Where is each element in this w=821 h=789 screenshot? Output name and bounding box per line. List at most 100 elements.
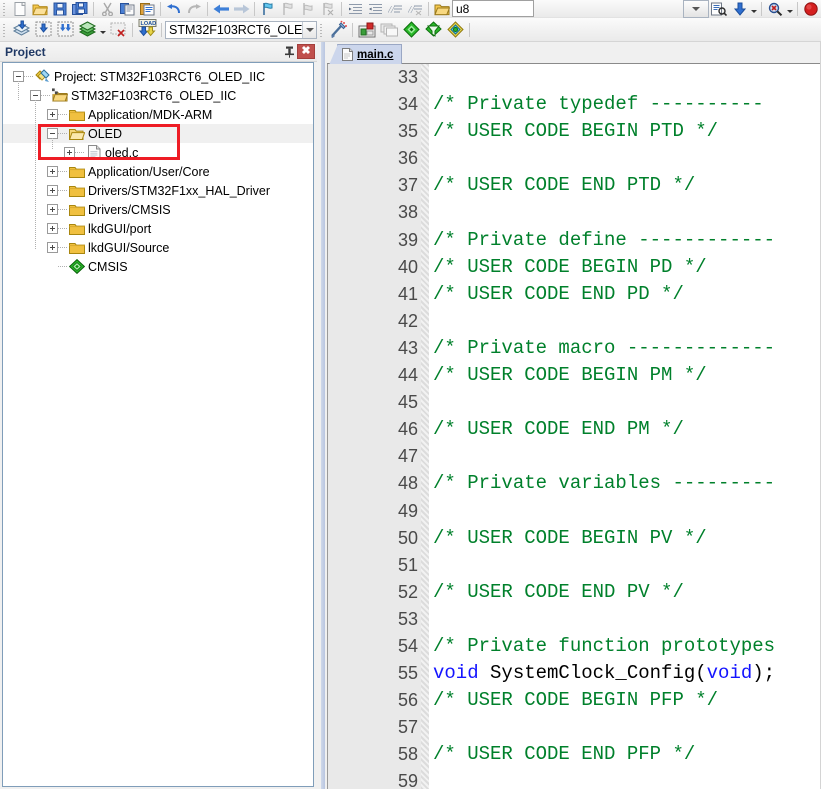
line-text[interactable]: /* Private function prototypes: [433, 633, 775, 660]
expand-plus-icon[interactable]: [47, 109, 58, 120]
build-button[interactable]: [10, 19, 32, 40]
batch-build-dropdown-arrow[interactable]: [98, 22, 107, 38]
find-in-files-button[interactable]: [709, 1, 729, 17]
chevron-down-icon[interactable]: [302, 21, 316, 38]
find-dropdown-button[interactable]: [683, 0, 709, 18]
toolbar-grip[interactable]: [1, 1, 8, 16]
code-line[interactable]: 59: [328, 768, 821, 789]
line-text[interactable]: void SystemClock_Config(void);: [433, 660, 775, 687]
find-combo[interactable]: u8: [452, 0, 534, 17]
expand-plus-icon[interactable]: [47, 242, 58, 253]
toolbar-grip[interactable]: [318, 22, 325, 37]
code-line[interactable]: 39 /* Private define ------------: [328, 227, 821, 254]
line-text[interactable]: /* USER CODE END PV */: [433, 579, 684, 606]
tab-main-c[interactable]: main.c: [328, 44, 403, 65]
line-text[interactable]: /* USER CODE END PM */: [433, 416, 684, 443]
copy-button[interactable]: [117, 1, 137, 17]
pack-installer-button[interactable]: [400, 19, 422, 40]
stop-button[interactable]: [801, 1, 821, 17]
compile-button[interactable]: [32, 19, 54, 40]
code-line[interactable]: 55 void SystemClock_Config(void);: [328, 660, 821, 687]
expand-plus-icon[interactable]: [47, 166, 58, 177]
line-text[interactable]: /* USER CODE BEGIN PM */: [433, 362, 707, 389]
save-button[interactable]: [50, 1, 70, 17]
manage-runtime-button[interactable]: [422, 19, 444, 40]
pin-icon[interactable]: [281, 44, 297, 60]
paste-button[interactable]: [137, 1, 157, 17]
tree-item-hal-driver[interactable]: Drivers/STM32F1xx_HAL_Driver: [3, 181, 313, 200]
line-text[interactable]: /* Private define ------------: [433, 227, 775, 254]
software-packs-button[interactable]: [444, 19, 466, 40]
open-file-button[interactable]: [30, 1, 50, 17]
new-file-button[interactable]: [10, 1, 30, 17]
search-dropdown-arrow[interactable]: [785, 1, 794, 17]
code-line[interactable]: 52 /* USER CODE END PV */: [328, 579, 821, 606]
tree-item-cmsis-drv[interactable]: Drivers/CMSIS: [3, 200, 313, 219]
undo-button[interactable]: [164, 1, 184, 17]
find-combo-value[interactable]: u8: [453, 1, 472, 16]
code-line[interactable]: 54 /* Private function prototypes: [328, 633, 821, 660]
navigate-back-button[interactable]: [211, 1, 231, 17]
code-line[interactable]: 43 /* Private macro -------------: [328, 335, 821, 362]
line-text[interactable]: /* USER CODE END PFP */: [433, 741, 695, 768]
code-line[interactable]: 40 /* USER CODE BEGIN PD */: [328, 254, 821, 281]
code-line[interactable]: 46 /* USER CODE END PM */: [328, 416, 821, 443]
zoom-search-button[interactable]: [765, 1, 785, 17]
download-button[interactable]: LOAD: [136, 19, 158, 40]
code-lines[interactable]: 33 34 /* Private typedef ---------- 35 /* US…: [328, 64, 821, 789]
line-text[interactable]: /* Private typedef ----------: [433, 91, 764, 118]
line-text[interactable]: /* Private variables ---------: [433, 470, 775, 497]
code-line[interactable]: 41 /* USER CODE END PD */: [328, 281, 821, 308]
code-line[interactable]: 45: [328, 389, 821, 416]
tree-item-root[interactable]: Project: STM32F103RCT6_OLED_IIC: [3, 67, 313, 86]
insert-dropdown-arrow[interactable]: [749, 1, 758, 17]
line-text[interactable]: /* USER CODE END PTD */: [433, 172, 695, 199]
line-text[interactable]: /* Private macro -------------: [433, 335, 775, 362]
tree-item-cmsis[interactable]: CMSIS: [3, 257, 313, 276]
tree-item-mdk-arm[interactable]: Application/MDK-ARM: [3, 105, 313, 124]
line-text[interactable]: /* USER CODE BEGIN PTD */: [433, 118, 718, 145]
insert-button[interactable]: [729, 1, 749, 17]
expand-plus-icon[interactable]: [47, 185, 58, 196]
open-document-button[interactable]: [432, 1, 452, 17]
code-line[interactable]: 56 /* USER CODE BEGIN PFP */: [328, 687, 821, 714]
code-line[interactable]: 37 /* USER CODE END PTD */: [328, 172, 821, 199]
code-line[interactable]: 34 /* Private typedef ----------: [328, 91, 821, 118]
rebuild-button[interactable]: [54, 19, 76, 40]
toolbar-grip[interactable]: [1, 22, 8, 37]
code-line[interactable]: 53: [328, 606, 821, 633]
code-line[interactable]: 42: [328, 308, 821, 335]
code-editor[interactable]: 33 34 /* Private typedef ---------- 35 /* US…: [327, 64, 821, 789]
code-line[interactable]: 51: [328, 552, 821, 579]
project-tree-scroll[interactable]: Project: STM32F103RCT6_OLED_IIC STM32F103…: [2, 62, 314, 787]
code-line[interactable]: 44 /* USER CODE BEGIN PM */: [328, 362, 821, 389]
code-line[interactable]: 49: [328, 498, 821, 525]
line-text[interactable]: /* USER CODE BEGIN PV */: [433, 525, 707, 552]
tree-item-target[interactable]: STM32F103RCT6_OLED_IIC: [3, 86, 313, 105]
tree-item-lkdgui-src[interactable]: lkdGUI/Source: [3, 238, 313, 257]
expand-plus-icon[interactable]: [47, 204, 58, 215]
tree-item-oled[interactable]: OLED: [3, 124, 313, 143]
code-line[interactable]: 50 /* USER CODE BEGIN PV */: [328, 525, 821, 552]
line-text[interactable]: /* USER CODE END PD */: [433, 281, 684, 308]
panel-splitter[interactable]: [317, 42, 327, 789]
code-line[interactable]: 57: [328, 714, 821, 741]
line-text[interactable]: /* USER CODE BEGIN PD */: [433, 254, 707, 281]
target-select[interactable]: STM32F103RCT6_OLED_I: [165, 20, 317, 39]
save-all-button[interactable]: [70, 1, 90, 17]
manage-project-items-button[interactable]: [356, 19, 378, 40]
target-options-button[interactable]: [327, 19, 349, 40]
bookmark-toggle-button[interactable]: [258, 1, 278, 17]
expand-plus-icon[interactable]: [64, 147, 75, 158]
code-line[interactable]: 35 /* USER CODE BEGIN PTD */: [328, 118, 821, 145]
line-text[interactable]: /* USER CODE BEGIN PFP */: [433, 687, 718, 714]
tree-item-user-core[interactable]: Application/User/Core: [3, 162, 313, 181]
batch-build-button[interactable]: [76, 19, 98, 40]
code-line[interactable]: 47: [328, 443, 821, 470]
close-icon[interactable]: ✖: [297, 44, 315, 59]
code-line[interactable]: 58 /* USER CODE END PFP */: [328, 741, 821, 768]
code-line[interactable]: 48 /* Private variables ---------: [328, 470, 821, 497]
code-line[interactable]: 38: [328, 199, 821, 226]
code-line[interactable]: 36: [328, 145, 821, 172]
tree-item-lkdgui-port[interactable]: lkdGUI/port: [3, 219, 313, 238]
